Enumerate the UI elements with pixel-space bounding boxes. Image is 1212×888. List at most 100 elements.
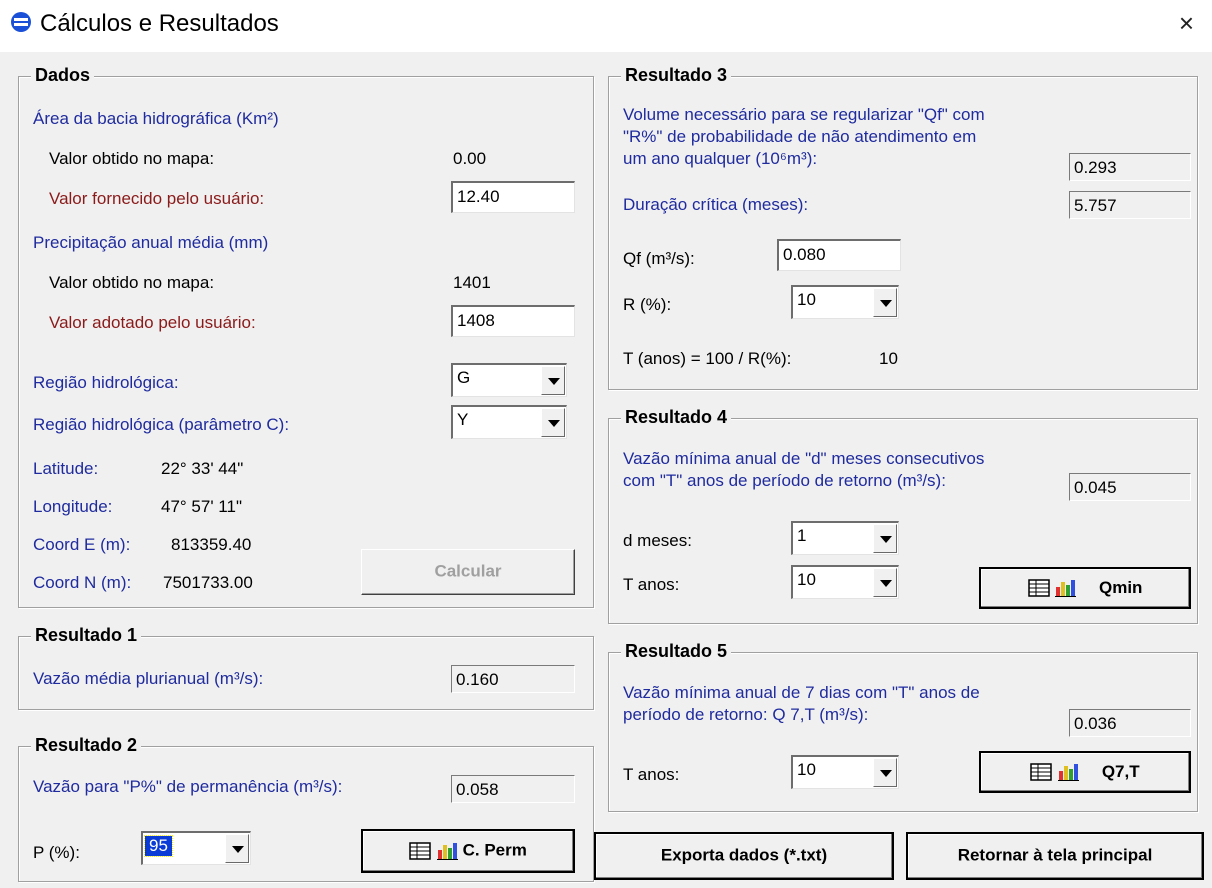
prec-header: Precipitação anual média (mm) [33,233,269,252]
q7t-label: Q7,T [1101,761,1140,781]
regiao-label: Região hidrológica: [33,373,179,392]
area-user-label: Valor fornecido pelo usuário: [49,189,265,208]
t-anos-5-select[interactable]: 10 [791,755,899,789]
resultado4-group: Resultado 4 Vazão mínima anual de "d" me… [608,407,1198,624]
volume-line-2: "R%" de probabilidade de não atendimento… [623,127,977,146]
r-label: R (%): [623,295,672,314]
coord-e-label: Coord E (m): [33,535,131,554]
resultado2-title: Resultado 2 [31,735,142,756]
exporta-dados-button[interactable]: Exporta dados (*.txt) [594,832,894,880]
resultado1-label: Vazão média plurianual (m³/s): [33,669,264,688]
chevron-down-icon[interactable] [541,366,565,395]
resultado1-title: Resultado 1 [31,625,142,646]
d-meses-select[interactable]: 1 [791,521,899,555]
resultado3-group: Resultado 3 Volume necessário para se re… [608,65,1198,390]
retornar-button[interactable]: Retornar à tela principal [906,832,1204,880]
table-icon [1030,762,1053,781]
close-icon[interactable]: × [1179,8,1194,39]
chevron-down-icon[interactable] [873,288,897,317]
t-anos-5-value: 10 [797,760,816,779]
lon-value: 47° 57' 11" [161,497,242,516]
bar-chart-icon [1058,763,1080,781]
regiao-select[interactable]: G [451,363,567,397]
area-map-value: 0.00 [453,149,487,168]
c-perm-label: C. Perm [462,840,527,860]
area-header: Área da bacia hidrográfica (Km²) [33,109,279,128]
prec-user-label: Valor adotado pelo usuário: [49,313,256,332]
chevron-down-icon[interactable] [541,408,565,437]
resultado5-line-2: período de retorno: Q 7,T (m³/s): [623,705,869,724]
t-anos-4-select[interactable]: 10 [791,565,899,599]
volume-value: 0.293 [1069,153,1191,181]
t-anos-value: 10 [879,349,898,368]
resultado4-line-2: com "T" anos de período de retorno (m³/s… [623,471,946,490]
title-bar: Cálculos e Resultados × [0,0,1212,52]
calcular-label: Calcular [434,561,502,581]
resultado4-title: Resultado 4 [621,407,732,428]
duracao-value: 5.757 [1069,191,1191,219]
t-anos-5-label: T anos: [623,765,680,784]
resultado2-group: Resultado 2 Vazão para "P%" de permanênc… [18,735,594,882]
volume-line-1: Volume necessário para se regularizar "Q… [623,105,985,124]
p-label: P (%): [33,843,80,862]
bar-chart-icon [436,842,458,860]
dados-group: Dados Área da bacia hidrográfica (Km²) V… [18,65,594,608]
window-title: Cálculos e Resultados [40,10,279,37]
qf-input[interactable]: 0.080 [777,239,901,271]
resultado4-line-1: Vazão mínima anual de "d" meses consecut… [623,449,985,468]
lat-value: 22° 33' 44" [161,459,244,478]
r-select[interactable]: 10 [791,285,899,319]
d-meses-value: 1 [797,526,807,545]
qmin-button[interactable]: Qmin [979,567,1191,609]
coord-e-value: 813359.40 [171,535,252,554]
table-icon [409,841,431,860]
resultado4-value: 0.045 [1069,473,1191,501]
resultado1-value: 0.160 [451,665,575,693]
regiao-c-select[interactable]: Y [451,405,567,439]
resultado1-group: Resultado 1 Vazão média plurianual (m³/s… [18,625,594,710]
bar-chart-icon [1055,579,1077,597]
chevron-down-icon[interactable] [225,834,249,863]
resultado3-title: Resultado 3 [621,65,732,86]
regiao-c-value: Y [457,410,469,429]
chevron-down-icon[interactable] [873,568,897,597]
resultado2-label: Vazão para "P%" de permanência (m³/s): [33,777,343,796]
prec-user-input[interactable]: 1408 [451,305,575,337]
resultado5-value: 0.036 [1069,709,1191,737]
p-value: 95 [144,835,173,857]
resultado5-line-1: Vazão mínima anual de 7 dias com "T" ano… [623,683,980,702]
qmin-label: Qmin [1099,577,1143,597]
p-select[interactable]: 95 [141,831,251,865]
table-icon [1027,578,1050,597]
qf-label: Qf (m³/s): [623,249,695,268]
t-anos-4-label: T anos: [623,575,680,594]
chevron-down-icon[interactable] [873,524,897,553]
chevron-down-icon[interactable] [873,758,897,787]
dialog-body: Dados Área da bacia hidrográfica (Km²) V… [0,52,1212,888]
area-user-input[interactable]: 12.40 [451,181,575,213]
resultado2-value: 0.058 [451,775,575,803]
coord-n-label: Coord N (m): [33,573,132,592]
coord-n-value: 7501733.00 [163,573,253,592]
t-anos-label: T (anos) = 100 / R(%): [623,349,792,368]
duracao-label: Duração crítica (meses): [623,195,809,214]
r-value: 10 [797,290,816,309]
exporta-label: Exporta dados (*.txt) [660,845,828,865]
q7t-button[interactable]: Q7,T [979,751,1191,793]
calcular-button[interactable]: Calcular [361,549,575,595]
regiao-c-label: Região hidrológica (parâmetro C): [33,415,290,434]
d-meses-label: d meses: [623,531,692,550]
c-perm-button[interactable]: C. Perm [361,829,575,873]
resultado5-group: Resultado 5 Vazão mínima anual de 7 dias… [608,641,1198,812]
volume-line-3: um ano qualquer (10⁶m³): [623,149,818,168]
prec-map-label: Valor obtido no mapa: [49,273,215,292]
dados-title: Dados [31,65,95,86]
retornar-label: Retornar à tela principal [957,845,1153,865]
prec-map-value: 1401 [453,273,491,292]
lon-label: Longitude: [33,497,113,516]
lat-label: Latitude: [33,459,99,478]
t-anos-4-value: 10 [797,570,816,589]
area-map-label: Valor obtido no mapa: [49,149,215,168]
resultado5-title: Resultado 5 [621,641,732,662]
regiao-value: G [457,368,471,387]
